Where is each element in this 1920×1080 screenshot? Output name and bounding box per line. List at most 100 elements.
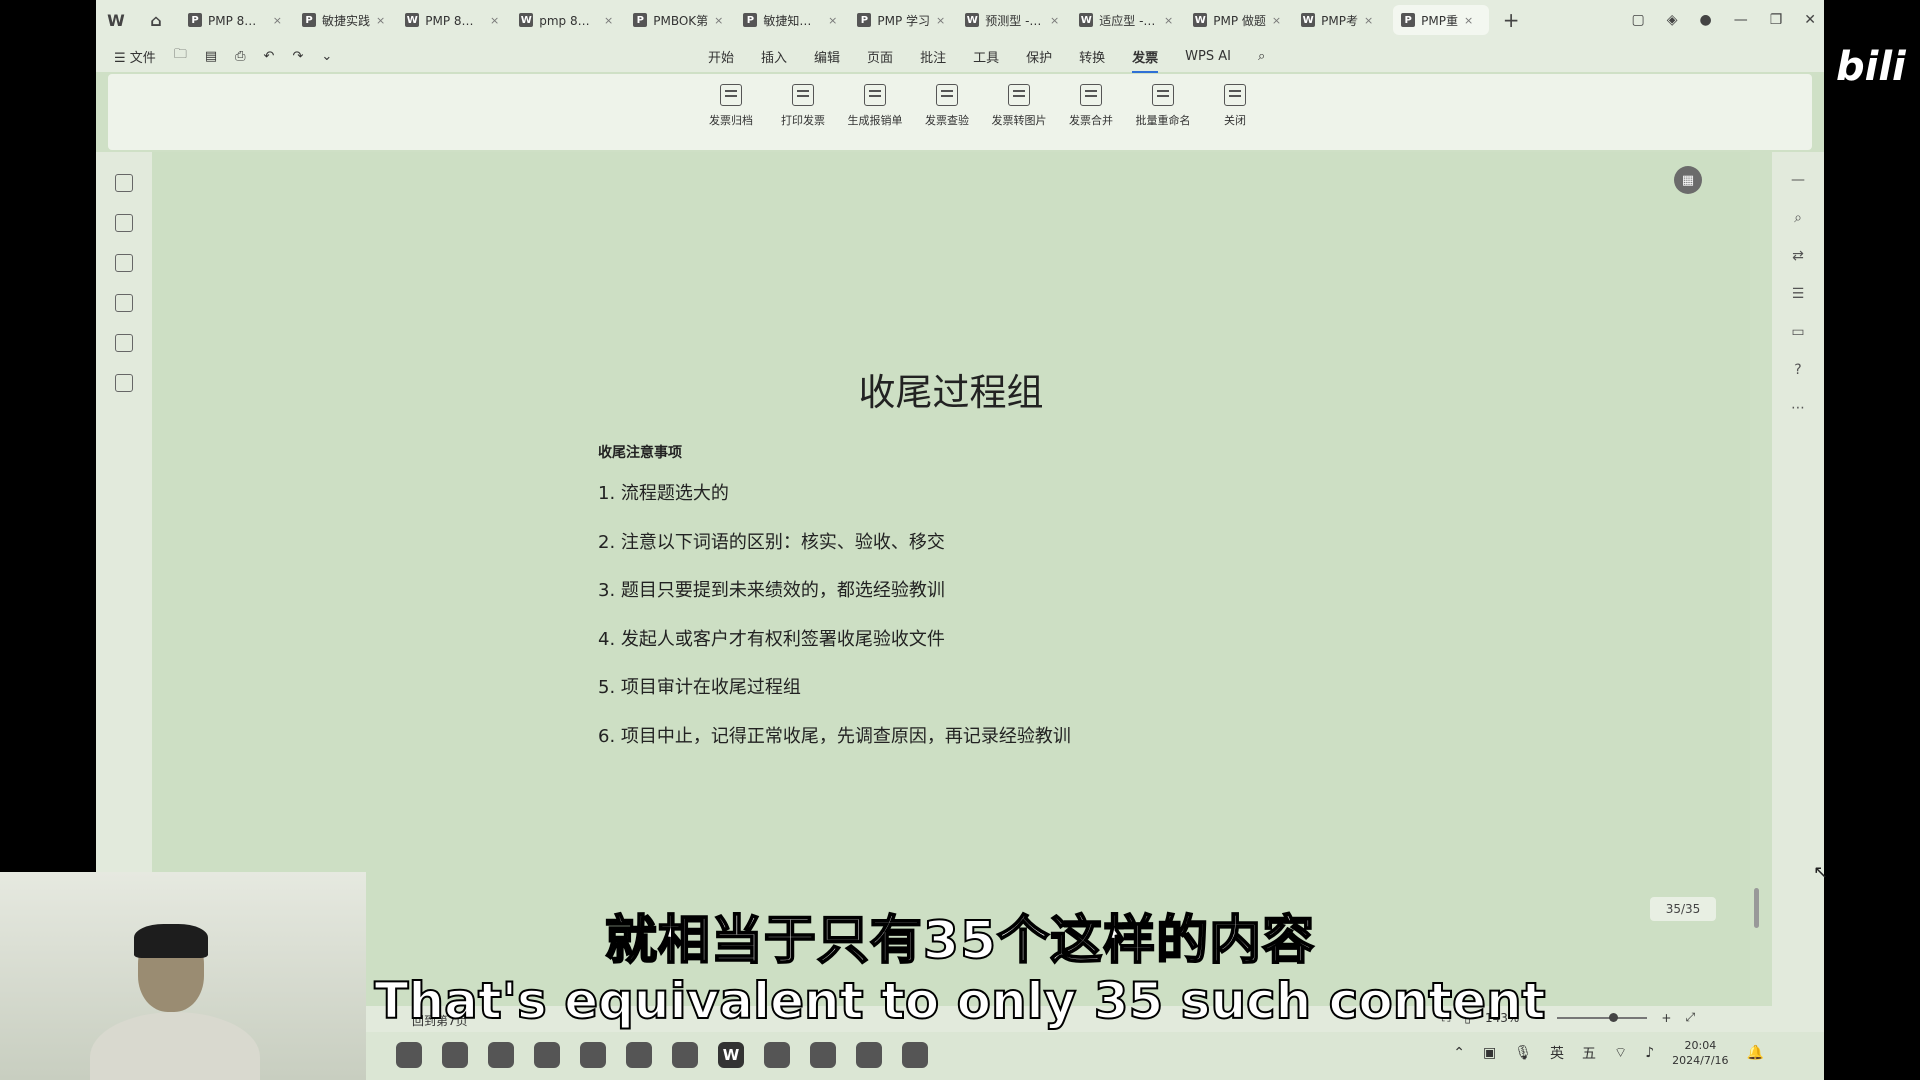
close-window-button[interactable]: ✕ [1804,12,1816,28]
signature-icon[interactable] [115,334,133,352]
tab-label: PMP 学习 [877,13,931,28]
file-menu-label: 文件 [129,50,156,66]
minimize-button[interactable]: — [1734,12,1748,28]
chevron-down-icon[interactable]: ⌄ [321,49,332,64]
close-tab-icon[interactable]: × [604,14,613,27]
ribbon-tab[interactable]: WPS AI [1185,49,1231,64]
volume-icon[interactable]: ♪ [1645,1045,1654,1061]
layout-icon[interactable]: ▢ [1631,12,1644,28]
more-icon[interactable]: ⋯ [1791,400,1805,416]
chevron-up-icon[interactable]: ⌃ [1453,1045,1465,1061]
edge-icon[interactable] [580,1042,606,1068]
restore-button[interactable]: ❐ [1770,12,1783,28]
app-icon[interactable] [672,1042,698,1068]
tray-app-icon[interactable]: ▣ [1483,1045,1496,1061]
close-tab-icon[interactable]: × [828,14,837,27]
close-tab-icon[interactable]: × [273,14,282,27]
close-tab-icon[interactable]: × [1050,14,1059,27]
document-tab[interactable]: P 敏捷实践 × [294,5,393,35]
avatar[interactable]: ● [1699,12,1711,28]
close-tab-icon[interactable]: × [936,14,945,27]
layers-icon[interactable] [115,374,133,392]
save-icon[interactable]: ▤ [205,49,217,64]
ribbon-tab[interactable]: 转换 [1079,47,1105,66]
document-tab[interactable]: W PMP 做题 × [1185,5,1289,35]
vertical-scrollbar[interactable] [1752,152,1762,1012]
ribbon-button[interactable]: 发票查验 [914,84,980,128]
close-tab-icon[interactable]: × [1272,14,1281,27]
close-tab-icon[interactable]: × [376,14,385,27]
file-explorer-icon[interactable] [442,1042,468,1068]
ribbon-tab[interactable]: 批注 [920,47,946,66]
document-tab[interactable]: P PMP 8月考 × [180,5,290,35]
thumbnail-icon[interactable] [115,214,133,232]
open-folder-icon[interactable]: 🗀 [174,45,187,67]
app-icon[interactable] [856,1042,882,1068]
print-icon[interactable]: ⎙ [235,49,245,64]
document-tab[interactable]: P PMP重 × [1393,5,1490,35]
wps-taskbar-icon[interactable]: W [718,1042,744,1068]
ribbon-tab[interactable]: 插入 [761,47,787,66]
ribbon-tab[interactable]: 页面 [867,47,893,66]
cube-icon[interactable]: ◈ [1667,12,1678,28]
ime-language[interactable]: 英 [1550,1043,1564,1063]
ribbon-button[interactable]: 生成报销单 [842,84,908,128]
ribbon-tab[interactable]: 保护 [1026,47,1052,66]
app-icon[interactable] [902,1042,928,1068]
close-tab-icon[interactable]: × [714,14,723,27]
ribbon-button[interactable]: 打印发票 [770,84,836,128]
document-tab[interactable]: W 适应型 - PM × [1071,5,1181,35]
ribbon-tab[interactable]: 发票 [1132,47,1159,73]
ribbon-button[interactable]: 关闭 [1202,84,1268,128]
ribbon-button[interactable]: 发票合并 [1058,84,1124,128]
ribbon-tab[interactable]: 编辑 [814,47,840,66]
help-icon[interactable]: ? [1794,362,1801,378]
app-icon[interactable] [764,1042,790,1068]
ribbon-buttons: 发票归档 打印发票 生成报销单 发票查验 发票转图片 发票合并 批量重命名 关闭 [698,84,1268,128]
wps-logo-icon[interactable]: W [96,0,136,40]
new-tab-button[interactable]: + [1497,6,1525,34]
wifi-icon[interactable]: ⌔ [1614,1044,1627,1062]
mic-icon[interactable]: 🎙 [1514,1045,1532,1061]
home-icon[interactable]: ⌂ [136,0,176,40]
settings-sliders-icon[interactable]: ☰ [1792,286,1805,302]
chat-icon[interactable] [534,1042,560,1068]
sync-icon[interactable]: ⇄ [1792,248,1804,264]
ribbon-tab[interactable]: 开始 [708,47,734,66]
document-tab[interactable]: W PMP考 × [1293,5,1389,35]
document-tab[interactable]: P PMBOK第 × [625,5,731,35]
attachment-icon[interactable] [115,294,133,312]
close-tab-icon[interactable]: × [490,14,499,27]
reader-icon[interactable]: ▭ [1791,324,1804,340]
close-tab-icon[interactable]: × [1464,14,1473,27]
ribbon-button[interactable]: 发票归档 [698,84,764,128]
document-tab[interactable]: W 预测型 - PM × [957,5,1067,35]
doc-type-icon: P [188,13,202,27]
close-tab-icon[interactable]: × [1364,14,1373,27]
ribbon-button[interactable]: 批量重命名 [1130,84,1196,128]
menu-search-icon[interactable]: ⌕ [1258,49,1265,64]
clock[interactable]: 20:04 2024/7/16 [1672,1038,1728,1068]
doc-type-icon: W [965,13,980,27]
translate-icon[interactable]: ▦ [1674,166,1702,194]
comment-icon[interactable] [115,254,133,272]
close-tab-icon[interactable]: × [1164,14,1173,27]
app-icon[interactable] [810,1042,836,1068]
document-tab[interactable]: P 敏捷知识点 × [735,5,845,35]
app-icon[interactable] [488,1042,514,1068]
collapse-icon[interactable]: — [1791,172,1805,188]
bookmark-icon[interactable] [115,174,133,192]
document-tab[interactable]: Wpmp 8月考 × [511,5,621,35]
ribbon-button[interactable]: 发票转图片 [986,84,1052,128]
document-tab[interactable]: W PMP 8月考 × [397,5,507,35]
app-icon[interactable] [396,1042,422,1068]
chrome-icon[interactable] [626,1042,652,1068]
search-icon[interactable]: ⌕ [1794,210,1802,226]
undo-icon[interactable]: ↶ [264,49,275,64]
ime-mode[interactable]: 五 [1582,1043,1596,1063]
notification-icon[interactable]: 🔔 [1747,1045,1764,1061]
document-tab[interactable]: P PMP 学习 × [849,5,953,35]
redo-icon[interactable]: ↷ [292,49,303,64]
file-menu[interactable]: ☰ 文件 [114,47,156,66]
ribbon-tab[interactable]: 工具 [973,47,999,66]
